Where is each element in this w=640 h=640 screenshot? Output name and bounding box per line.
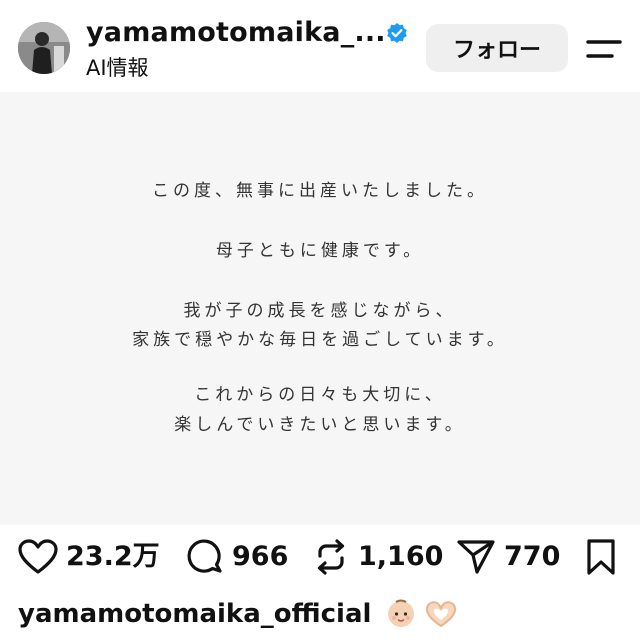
post-header: yamamotomaika_... AI情報 フォロー — [0, 0, 640, 92]
comment-count: 966 — [232, 541, 289, 572]
comment-action[interactable]: 966 — [186, 539, 288, 575]
send-icon[interactable] — [456, 538, 496, 576]
menu-icon[interactable] — [584, 34, 624, 66]
repost-count: 1,160 — [358, 541, 444, 572]
username[interactable]: yamamotomaika_... — [86, 16, 386, 50]
heart-icon[interactable] — [18, 539, 58, 575]
baby-emoji-icon — [386, 598, 416, 628]
post-text-line: 家族で穏やかな毎日を過ごしています。 — [132, 330, 508, 350]
share-action[interactable]: 770 — [456, 539, 560, 575]
account-subtitle: AI情報 — [86, 56, 149, 80]
verified-badge-icon — [386, 22, 408, 44]
follow-button[interactable]: フォロー — [426, 24, 568, 72]
post-text-line: この度、無事に出産いたしました。 — [152, 181, 488, 201]
caption-username[interactable]: yamamotomaika_official — [18, 596, 371, 632]
comment-icon[interactable] — [186, 538, 224, 576]
post-text-line: 楽しんでいきたいと思います。 — [174, 415, 466, 435]
bookmark-icon[interactable] — [586, 538, 616, 576]
action-bar: 23.2万 966 1,160 770 — [0, 525, 640, 589]
heart-hands-emoji-icon — [424, 600, 458, 628]
post-image[interactable]: この度、無事に出産いたしました。 母子ともに健康です。 我が子の成長を感じながら… — [0, 92, 640, 525]
post-text-line: これからの日々も大切に、 — [194, 385, 446, 405]
post-text-line: 母子ともに健康です。 — [215, 241, 425, 261]
avatar[interactable] — [18, 22, 70, 74]
post-text-line: 我が子の成長を感じながら、 — [183, 301, 457, 321]
like-count: 23.2万 — [66, 541, 160, 572]
repost-icon[interactable] — [312, 538, 350, 576]
repost-action[interactable]: 1,160 — [312, 539, 443, 575]
save-action[interactable] — [586, 539, 616, 575]
like-action[interactable]: 23.2万 — [18, 539, 160, 575]
share-count: 770 — [504, 541, 561, 572]
